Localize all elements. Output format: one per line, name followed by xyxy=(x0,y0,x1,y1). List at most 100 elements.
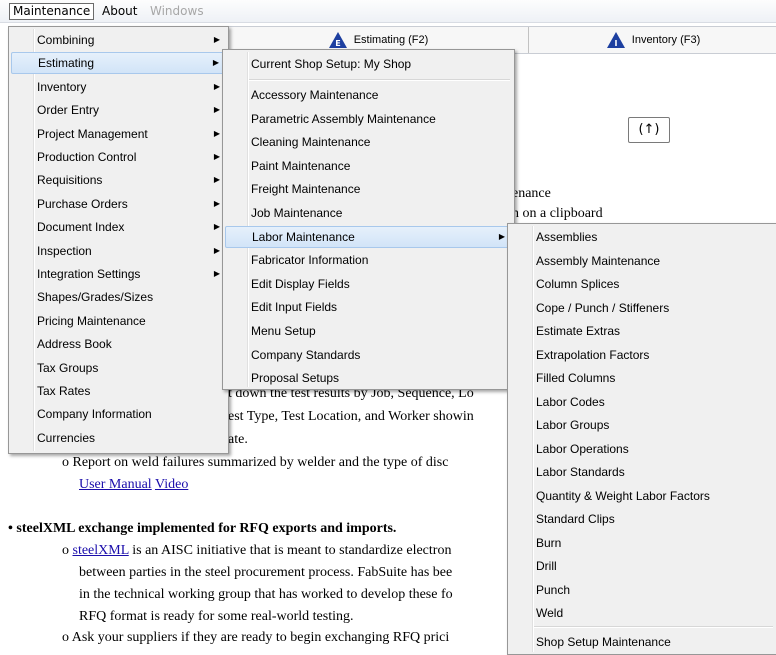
menu-item-burn[interactable]: Burn xyxy=(510,532,775,554)
doc-bullet-text: is an AISC initiative that is meant to s… xyxy=(128,543,452,558)
doc-heading-text: steelXML exchange implemented for RFQ ex… xyxy=(16,521,397,536)
menu-item-label: Column Splices xyxy=(536,277,620,291)
menu-item-label: Inspection xyxy=(37,244,92,258)
menu-item-accessory-maintenance[interactable]: Accessory Maintenance xyxy=(225,84,512,106)
menu-item-integration-settings[interactable]: Integration Settings ▶ xyxy=(11,263,226,285)
menu-item-shapes-grades-sizes[interactable]: Shapes/Grades/Sizes xyxy=(11,286,226,308)
menu-windows[interactable]: Windows xyxy=(146,4,208,19)
menu-item-inventory[interactable]: Inventory ▶ xyxy=(11,76,226,98)
menu-item-currencies[interactable]: Currencies xyxy=(11,427,226,449)
menu-item-label: Shop Setup Maintenance xyxy=(536,635,671,649)
menu-item-assemblies[interactable]: Assemblies xyxy=(510,226,775,248)
menu-item-label: Production Control xyxy=(37,150,137,164)
menu-item-label: Punch xyxy=(536,583,571,597)
menu-item-edit-display-fields[interactable]: Edit Display Fields xyxy=(225,273,512,295)
menu-item-address-book[interactable]: Address Book xyxy=(11,333,226,355)
menu-item-label: Pricing Maintenance xyxy=(37,314,146,328)
menu-item-label: Edit Input Fields xyxy=(251,300,338,314)
menu-item-label: Burn xyxy=(536,536,562,550)
doc-bullet: o Report on weld failures summarized by … xyxy=(62,455,448,471)
menu-item-labor-codes[interactable]: Labor Codes xyxy=(510,391,775,413)
submenu-arrow-icon: ▶ xyxy=(213,246,220,255)
menu-item-combining[interactable]: Combining ▶ xyxy=(11,29,226,51)
menu-item-label: Labor Groups xyxy=(536,418,610,432)
menu-item-order-entry[interactable]: Order Entry ▶ xyxy=(11,99,226,121)
menu-item-company-standards[interactable]: Company Standards xyxy=(225,344,512,366)
menu-item-label: Cleaning Maintenance xyxy=(251,135,371,149)
menu-item-label: Project Management xyxy=(37,127,148,141)
submenu-arrow-icon: ▶ xyxy=(213,152,220,161)
tab-inventory-label: Inventory (F3) xyxy=(631,34,701,46)
menu-bar: Maintenance About Windows xyxy=(0,0,776,23)
bullet-marker: • xyxy=(8,521,13,536)
maintenance-menu: Combining ▶ Estimating ▶ Inventory ▶ Order Ent… xyxy=(8,26,229,454)
submenu-arrow-icon: ▶ xyxy=(213,175,220,184)
menu-item-parametric-assembly-maintenance[interactable]: Parametric Assembly Maintenance xyxy=(225,108,512,130)
menu-item-estimate-extras[interactable]: Estimate Extras xyxy=(510,320,775,342)
menu-item-weld[interactable]: Weld xyxy=(510,602,775,624)
menu-item-label: Inventory xyxy=(37,80,87,94)
menu-item-label: Menu Setup xyxy=(251,324,316,338)
menu-item-label: Integration Settings xyxy=(37,267,141,281)
menu-item-labor-maintenance[interactable]: Labor Maintenance ▶ xyxy=(225,226,512,248)
menu-item-punch[interactable]: Punch xyxy=(510,579,775,601)
doc-links: User Manual Video xyxy=(79,477,188,493)
menu-item-labor-standards[interactable]: Labor Standards xyxy=(510,461,775,483)
menu-item-project-management[interactable]: Project Management ▶ xyxy=(11,123,226,145)
menu-item-label: Estimate Extras xyxy=(536,324,621,338)
menu-maintenance[interactable]: Maintenance xyxy=(9,3,95,20)
menu-item-labor-operations[interactable]: Labor Operations xyxy=(510,438,775,460)
menu-item-assembly-maintenance[interactable]: Assembly Maintenance xyxy=(510,250,775,272)
menu-item-label: Address Book xyxy=(37,337,112,351)
submenu-arrow-icon: ▶ xyxy=(212,58,219,67)
menu-item-label: Cope / Punch / Stiffeners xyxy=(536,301,670,315)
menu-item-standard-clips[interactable]: Standard Clips xyxy=(510,508,775,530)
menu-item-label: Labor Codes xyxy=(536,395,605,409)
menu-item-quantity-weight-labor-factors[interactable]: Quantity & Weight Labor Factors xyxy=(510,485,775,507)
tab-inventory[interactable]: I Inventory (F3) xyxy=(528,27,776,53)
bullet-marker: o xyxy=(62,543,69,558)
menu-item-label: Assemblies xyxy=(536,230,598,244)
menu-item-label: Company Information xyxy=(37,407,152,421)
menu-item-requisitions[interactable]: Requisitions ▶ xyxy=(11,169,226,191)
menu-item-proposal-setups[interactable]: Proposal Setups xyxy=(225,367,512,389)
menu-item-inspection[interactable]: Inspection ▶ xyxy=(11,240,226,262)
menu-item-edit-input-fields[interactable]: Edit Input Fields xyxy=(225,296,512,318)
menu-item-tax-groups[interactable]: Tax Groups xyxy=(11,357,226,379)
menu-item-current-shop-setup-my-shop[interactable]: Current Shop Setup: My Shop xyxy=(225,53,512,75)
menu-item-job-maintenance[interactable]: Job Maintenance xyxy=(225,202,512,224)
menu-item-extrapolation-factors[interactable]: Extrapolation Factors xyxy=(510,344,775,366)
menu-item-label: Job Maintenance xyxy=(251,206,343,220)
menu-item-document-index[interactable]: Document Index ▶ xyxy=(11,216,226,238)
menu-item-company-information[interactable]: Company Information xyxy=(11,403,226,425)
svg-text:I: I xyxy=(614,39,617,48)
menu-item-tax-rates[interactable]: Tax Rates xyxy=(11,380,226,402)
menu-about[interactable]: About xyxy=(98,4,141,19)
menu-item-drill[interactable]: Drill xyxy=(510,555,775,577)
menu-item-column-splices[interactable]: Column Splices xyxy=(510,273,775,295)
menu-item-label: Order Entry xyxy=(37,103,100,117)
estimating-icon: E xyxy=(328,32,347,48)
menu-item-paint-maintenance[interactable]: Paint Maintenance xyxy=(225,155,512,177)
menu-item-label: Purchase Orders xyxy=(37,197,128,211)
tab-estimating-label: Estimating (F2) xyxy=(353,34,429,46)
steelxml-link[interactable]: steelXML xyxy=(73,543,129,558)
menu-item-freight-maintenance[interactable]: Freight Maintenance xyxy=(225,178,512,200)
labor-maintenance-submenu: Assemblies Assembly Maintenance Column Spl… xyxy=(507,223,776,655)
submenu-arrow-icon: ▶ xyxy=(213,129,220,138)
video-link[interactable]: Video xyxy=(155,477,188,492)
menu-item-menu-setup[interactable]: Menu Setup xyxy=(225,320,512,342)
help-up-button[interactable]: (↑) xyxy=(628,117,670,143)
menu-item-production-control[interactable]: Production Control ▶ xyxy=(11,146,226,168)
menu-item-label: Tax Groups xyxy=(37,361,99,375)
user-manual-link[interactable]: User Manual xyxy=(79,477,152,492)
menu-item-pricing-maintenance[interactable]: Pricing Maintenance xyxy=(11,310,226,332)
menu-item-estimating[interactable]: Estimating ▶ xyxy=(11,52,226,74)
menu-item-cope-punch-stiffeners[interactable]: Cope / Punch / Stiffeners xyxy=(510,297,775,319)
menu-item-filled-columns[interactable]: Filled Columns xyxy=(510,367,775,389)
menu-item-fabricator-information[interactable]: Fabricator Information xyxy=(225,249,512,271)
menu-item-cleaning-maintenance[interactable]: Cleaning Maintenance xyxy=(225,131,512,153)
doc-text-line: est Type, Test Location, and Worker show… xyxy=(228,409,474,424)
menu-item-labor-groups[interactable]: Labor Groups xyxy=(510,414,775,436)
menu-item-purchase-orders[interactable]: Purchase Orders ▶ xyxy=(11,193,226,215)
